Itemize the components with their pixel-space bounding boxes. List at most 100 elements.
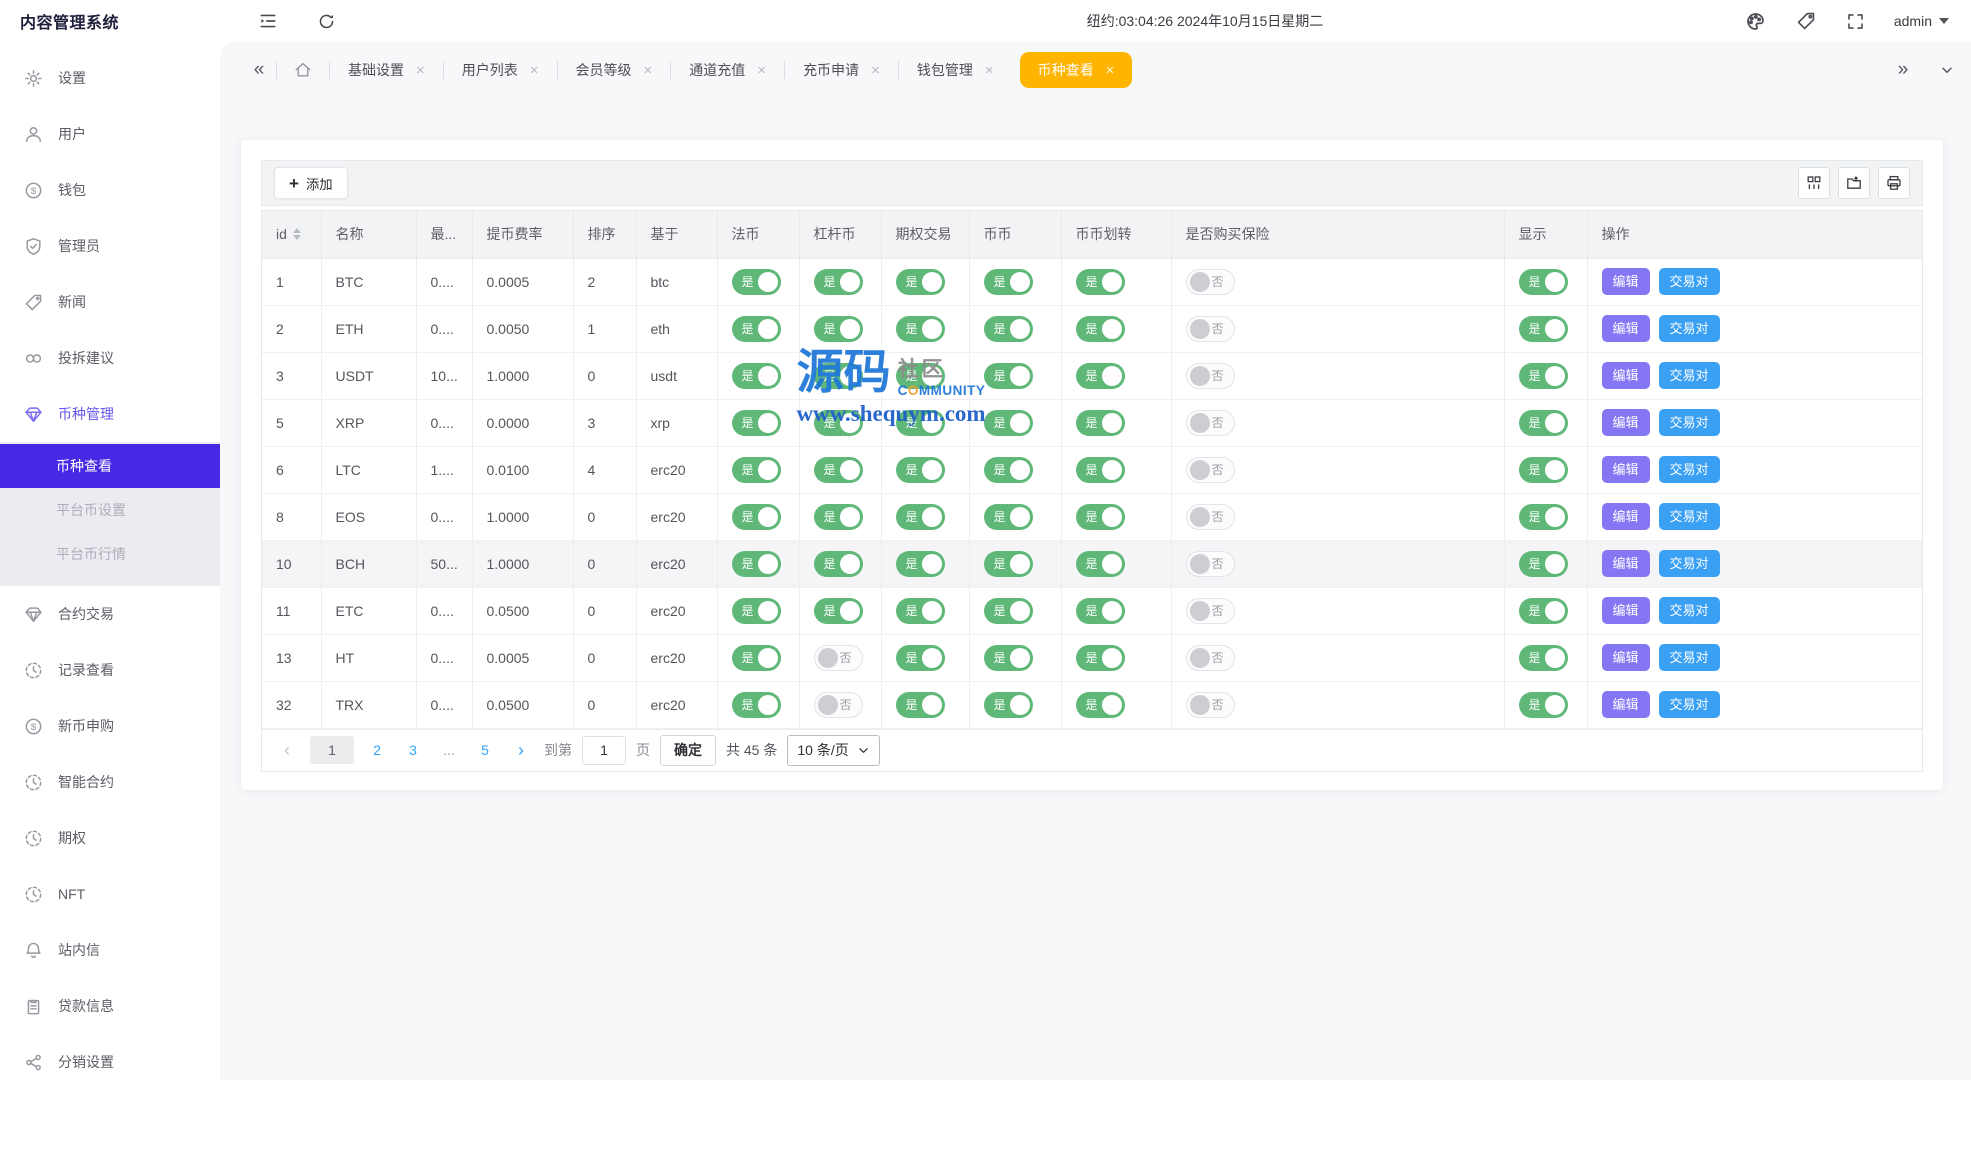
tabs-dropdown-icon[interactable]	[1933, 50, 1961, 90]
tab-close-icon[interactable]: ×	[871, 63, 880, 78]
transfer-toggle[interactable]: 是	[1076, 410, 1125, 436]
fiat-toggle[interactable]: 是	[732, 551, 781, 577]
show-toggle[interactable]: 是	[1519, 457, 1568, 483]
leverage-toggle[interactable]: 是	[814, 269, 863, 295]
sidebar-item-wallet[interactable]: $钱包	[0, 162, 220, 218]
spot-toggle[interactable]: 是	[984, 598, 1033, 624]
collapse-sidebar-icon[interactable]	[256, 9, 280, 33]
options-trade-toggle[interactable]: 是	[896, 316, 945, 342]
theme-palette-icon[interactable]	[1744, 9, 1768, 33]
transfer-toggle[interactable]: 是	[1076, 504, 1125, 530]
trading-pair-button[interactable]: 交易对	[1659, 409, 1720, 436]
leverage-toggle[interactable]: 是	[814, 551, 863, 577]
transfer-toggle[interactable]: 是	[1076, 598, 1125, 624]
goto-page-input[interactable]	[582, 736, 626, 765]
sidebar-item-options[interactable]: 期权	[0, 810, 220, 866]
page-next[interactable]: ›	[508, 736, 534, 764]
tab-用户列表[interactable]: 用户列表×	[444, 50, 557, 90]
tab-close-icon[interactable]: ×	[985, 63, 994, 78]
show-toggle[interactable]: 是	[1519, 551, 1568, 577]
leverage-toggle[interactable]: 是	[814, 598, 863, 624]
insurance-toggle[interactable]: 否	[1186, 645, 1235, 671]
options-trade-toggle[interactable]: 是	[896, 410, 945, 436]
edit-button[interactable]: 编辑	[1602, 362, 1650, 389]
options-trade-toggle[interactable]: 是	[896, 598, 945, 624]
show-toggle[interactable]: 是	[1519, 504, 1568, 530]
edit-button[interactable]: 编辑	[1602, 691, 1650, 718]
home-tab[interactable]	[277, 50, 329, 90]
edit-button[interactable]: 编辑	[1602, 597, 1650, 624]
options-trade-toggle[interactable]: 是	[896, 269, 945, 295]
insurance-toggle[interactable]: 否	[1186, 316, 1235, 342]
transfer-toggle[interactable]: 是	[1076, 692, 1125, 718]
trading-pair-button[interactable]: 交易对	[1659, 362, 1720, 389]
print-button[interactable]	[1878, 167, 1910, 199]
edit-button[interactable]: 编辑	[1602, 268, 1650, 295]
edit-button[interactable]: 编辑	[1602, 644, 1650, 671]
show-toggle[interactable]: 是	[1519, 645, 1568, 671]
fiat-toggle[interactable]: 是	[732, 598, 781, 624]
transfer-toggle[interactable]: 是	[1076, 551, 1125, 577]
page-3[interactable]: 3	[400, 736, 426, 764]
columns-toggle-button[interactable]	[1798, 167, 1830, 199]
insurance-toggle[interactable]: 否	[1186, 504, 1235, 530]
sidebar-item-messages[interactable]: 站内信	[0, 922, 220, 978]
tab-币种查看[interactable]: 币种查看×	[1020, 52, 1133, 88]
spot-toggle[interactable]: 是	[984, 363, 1033, 389]
transfer-toggle[interactable]: 是	[1076, 363, 1125, 389]
tab-close-icon[interactable]: ×	[757, 63, 766, 78]
tab-close-icon[interactable]: ×	[530, 63, 539, 78]
sidebar-item-coin-manage[interactable]: 币种管理	[0, 386, 220, 442]
spot-toggle[interactable]: 是	[984, 504, 1033, 530]
show-toggle[interactable]: 是	[1519, 363, 1568, 389]
sidebar-subitem-platform-quote[interactable]: 平台币行情	[0, 532, 220, 576]
leverage-toggle[interactable]: 是	[814, 316, 863, 342]
leverage-toggle[interactable]: 是	[814, 504, 863, 530]
trading-pair-button[interactable]: 交易对	[1659, 456, 1720, 483]
spot-toggle[interactable]: 是	[984, 692, 1033, 718]
sidebar-item-users[interactable]: 用户	[0, 106, 220, 162]
edit-button[interactable]: 编辑	[1602, 456, 1650, 483]
show-toggle[interactable]: 是	[1519, 316, 1568, 342]
fiat-toggle[interactable]: 是	[732, 645, 781, 671]
tab-close-icon[interactable]: ×	[416, 63, 425, 78]
sidebar-item-smart-contract[interactable]: 智能合约	[0, 754, 220, 810]
insurance-toggle[interactable]: 否	[1186, 551, 1235, 577]
sidebar-item-contract-trade[interactable]: 合约交易	[0, 586, 220, 642]
tab-通道充值[interactable]: 通道充值×	[671, 50, 784, 90]
sidebar-item-admins[interactable]: 管理员	[0, 218, 220, 274]
page-prev[interactable]: ‹	[274, 736, 300, 764]
trading-pair-button[interactable]: 交易对	[1659, 691, 1720, 718]
transfer-toggle[interactable]: 是	[1076, 645, 1125, 671]
sidebar-item-loans[interactable]: 贷款信息	[0, 978, 220, 1034]
show-toggle[interactable]: 是	[1519, 269, 1568, 295]
fiat-toggle[interactable]: 是	[732, 457, 781, 483]
insurance-toggle[interactable]: 否	[1186, 457, 1235, 483]
tab-充币申请[interactable]: 充币申请×	[785, 50, 898, 90]
tag-icon[interactable]	[1794, 9, 1818, 33]
tab-会员等级[interactable]: 会员等级×	[558, 50, 671, 90]
insurance-toggle[interactable]: 否	[1186, 692, 1235, 718]
spot-toggle[interactable]: 是	[984, 457, 1033, 483]
edit-button[interactable]: 编辑	[1602, 315, 1650, 342]
trading-pair-button[interactable]: 交易对	[1659, 550, 1720, 577]
sidebar-item-distribution[interactable]: 分销设置	[0, 1034, 220, 1090]
page-1[interactable]: 1	[310, 736, 354, 764]
trading-pair-button[interactable]: 交易对	[1659, 315, 1720, 342]
insurance-toggle[interactable]: 否	[1186, 598, 1235, 624]
sidebar-item-news[interactable]: 新闻	[0, 274, 220, 330]
edit-button[interactable]: 编辑	[1602, 503, 1650, 530]
tab-close-icon[interactable]: ×	[1106, 63, 1115, 78]
sidebar-subitem-coin-view[interactable]: 币种查看	[0, 444, 220, 488]
sidebar-item-feedback[interactable]: 投拆建议	[0, 330, 220, 386]
page-5[interactable]: 5	[472, 736, 498, 764]
tabs-scroll-right[interactable]: »	[1889, 50, 1917, 90]
options-trade-toggle[interactable]: 是	[896, 504, 945, 530]
sidebar-item-nft[interactable]: NFT	[0, 866, 220, 922]
options-trade-toggle[interactable]: 是	[896, 692, 945, 718]
tabs-scroll-left[interactable]: «	[242, 50, 276, 90]
options-trade-toggle[interactable]: 是	[896, 551, 945, 577]
export-button[interactable]	[1838, 167, 1870, 199]
page-2[interactable]: 2	[364, 736, 390, 764]
user-menu[interactable]: admin	[1894, 13, 1949, 29]
